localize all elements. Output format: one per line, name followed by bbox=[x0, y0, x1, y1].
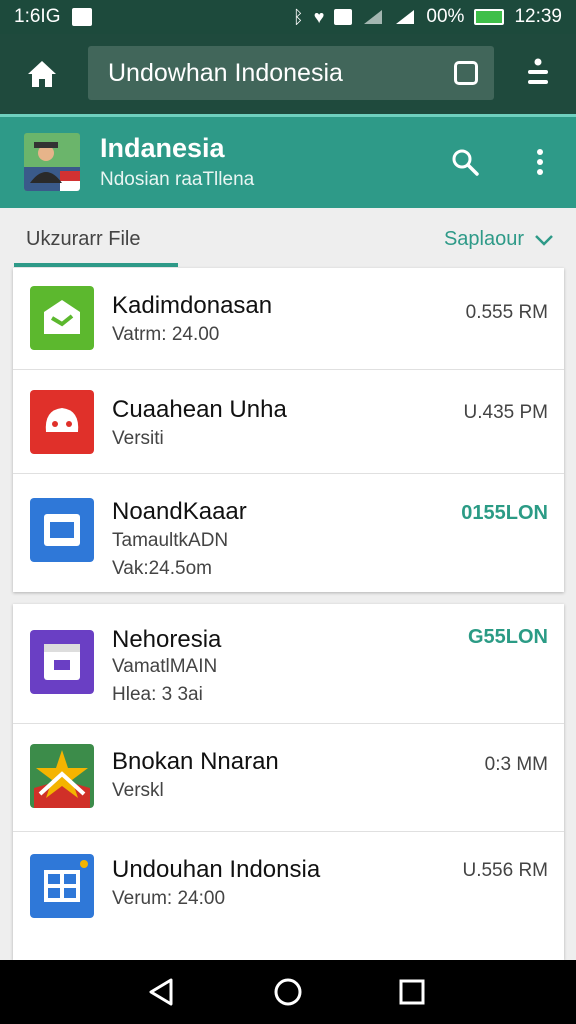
app-icon-calendar bbox=[30, 630, 94, 694]
app-icon-star bbox=[30, 744, 94, 808]
profile-header: Indanesia Ndosian raaTllena bbox=[0, 114, 576, 208]
app-version: Versiti bbox=[112, 428, 164, 449]
app-list-card-2: Nehoresia VamatlMAIN Hlea: 3 3ai G55LON … bbox=[13, 604, 564, 960]
app-size: 0.555 RM bbox=[465, 302, 548, 323]
status-left-text: 1:6IG bbox=[14, 6, 61, 27]
app-name: NoandKaaar bbox=[112, 498, 247, 525]
avatar bbox=[24, 133, 80, 191]
more-vert-icon[interactable] bbox=[530, 147, 550, 177]
battery-icon bbox=[474, 9, 505, 25]
list-item[interactable]: Kadimdonasan Vatrm: 24.00 0.555 RM bbox=[13, 268, 564, 370]
list-item[interactable]: Undouhan Indonsia Verum: 24:00 U.556 RM bbox=[13, 832, 564, 948]
tabs-icon[interactable] bbox=[454, 61, 478, 85]
app-name: Cuaahean Unha bbox=[112, 396, 287, 423]
profile-title: Indanesia bbox=[100, 133, 225, 163]
nav-bar bbox=[0, 960, 576, 1024]
app-size: 0155LON bbox=[461, 502, 548, 524]
home-circle-icon[interactable] bbox=[272, 976, 304, 1008]
home-icon[interactable] bbox=[22, 54, 62, 94]
bluetooth-icon: ᛒ bbox=[292, 6, 304, 27]
chevron-down-icon bbox=[535, 234, 553, 246]
app-icon-calendar bbox=[30, 498, 94, 562]
list-item[interactable]: Bnokan Nnaran Verskl 0:3 MM bbox=[13, 724, 564, 832]
app-detail: Vak:24.5om bbox=[112, 558, 212, 579]
list-item[interactable]: Cuaahean Unha Versiti U.435 PM bbox=[13, 370, 564, 474]
app-icon-mail bbox=[30, 286, 94, 350]
app-name: Kadimdonasan bbox=[112, 292, 273, 319]
sort-label: Saplaour bbox=[443, 228, 524, 250]
clock: 12:39 bbox=[514, 6, 562, 27]
app-name: Nehoresia bbox=[112, 626, 222, 653]
app-list-card: Kadimdonasan Vatrm: 24.00 0.555 RM Cuaah… bbox=[13, 268, 564, 592]
tabs-row: Ukzurarr File Saplaour bbox=[0, 208, 576, 268]
search-input[interactable]: Undowhan Indonesia bbox=[88, 46, 494, 100]
sort-dropdown[interactable]: Saplaour bbox=[444, 228, 554, 251]
app-version: VamatlMAIN bbox=[112, 656, 218, 677]
battery-percent: 00% bbox=[426, 6, 465, 27]
app-version: Verum: 24:00 bbox=[112, 888, 226, 909]
search-value: Undowhan Indonesia bbox=[108, 58, 343, 87]
app-size: U.556 RM bbox=[462, 860, 548, 881]
app-size: 0:3 MM bbox=[484, 754, 548, 775]
app-icon-chat bbox=[30, 390, 94, 454]
app-detail: Hlea: 3 3ai bbox=[112, 684, 203, 705]
app-version: TamaultkADN bbox=[112, 530, 229, 551]
list-item[interactable]: NoandKaaar TamaultkADN Vak:24.5om 0155LO… bbox=[13, 474, 564, 592]
app-version: Verskl bbox=[112, 780, 164, 801]
back-icon[interactable] bbox=[145, 976, 177, 1008]
search-icon[interactable] bbox=[450, 147, 480, 177]
filter-icon[interactable] bbox=[526, 56, 550, 92]
tab-file[interactable]: Ukzurarr File bbox=[26, 228, 140, 251]
recents-icon[interactable] bbox=[396, 976, 428, 1008]
notification-icon bbox=[72, 8, 93, 26]
location-icon: ♥ bbox=[313, 6, 325, 27]
signal-icon bbox=[364, 10, 383, 24]
vpn-icon bbox=[334, 9, 353, 25]
list-item[interactable]: Nehoresia VamatlMAIN Hlea: 3 3ai G55LON bbox=[13, 604, 564, 724]
tab-indicator bbox=[14, 263, 178, 267]
signal-icon-2 bbox=[396, 10, 415, 24]
profile-subtitle: Ndosian raaTllena bbox=[100, 169, 255, 190]
app-version: Vatrm: 24.00 bbox=[112, 324, 220, 345]
app-icon-calculator bbox=[30, 854, 94, 918]
app-name: Undouhan Indonsia bbox=[112, 856, 321, 883]
app-size: U.435 PM bbox=[463, 402, 548, 423]
status-bar: 1:6IG ᛒ ♥ 00% 12:39 bbox=[0, 0, 576, 34]
app-name: Bnokan Nnaran bbox=[112, 748, 279, 775]
top-toolbar: Undowhan Indonesia bbox=[0, 34, 576, 114]
app-size: G55LON bbox=[467, 626, 548, 648]
